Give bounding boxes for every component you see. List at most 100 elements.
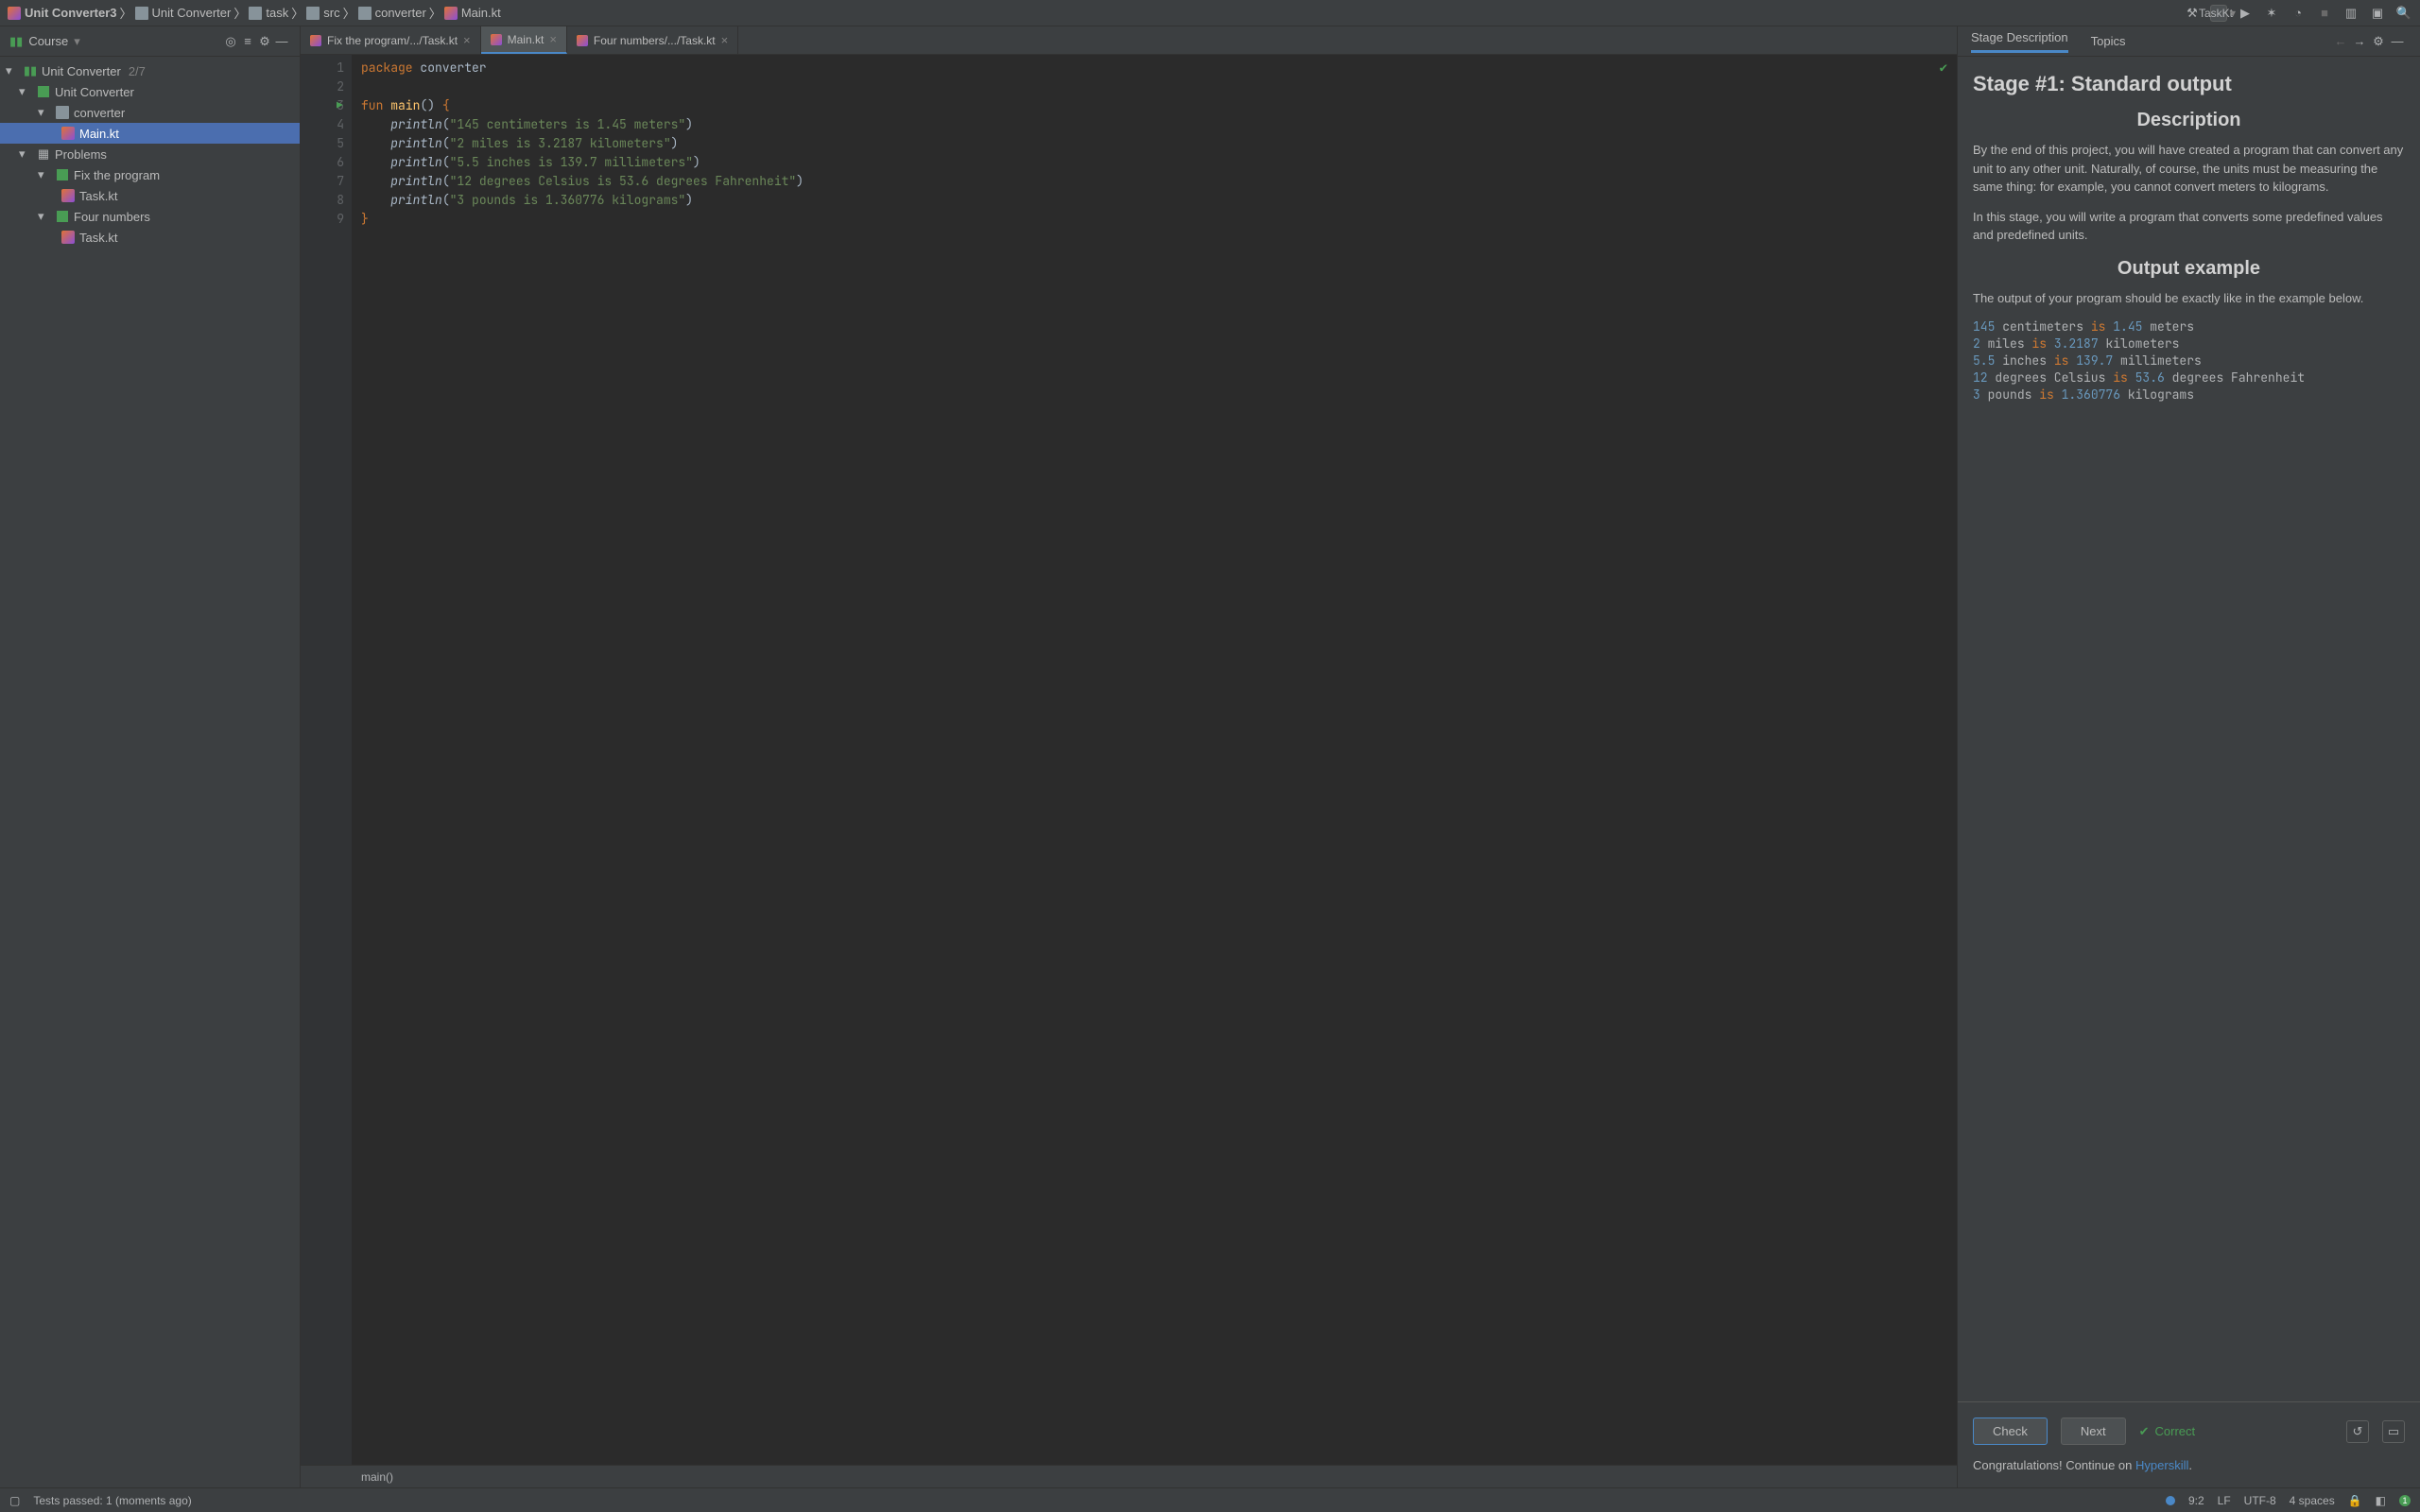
status-bar: ▢ Tests passed: 1 (moments ago) 9:2 LF U… (0, 1487, 2420, 1512)
line-ending[interactable]: LF (2218, 1494, 2231, 1507)
comment-button[interactable]: ▭ (2382, 1420, 2405, 1443)
indent[interactable]: 4 spaces (2290, 1494, 2335, 1507)
top-bar: Unit Converter3 〉 Unit Converter 〉 task … (0, 0, 2420, 26)
crumb-2[interactable]: task (266, 6, 288, 20)
lock-icon[interactable]: 🔒 (2348, 1494, 2362, 1507)
folder-icon (249, 7, 262, 20)
sidebar-header: ▮▮ Course ▾ ◎ ≡ ⚙ — (0, 26, 300, 57)
top-actions: ⚒ TaskKt ▾ ▶ ✶ ◔ ■ ▥ ▣ 🔍 (2184, 5, 2412, 22)
tab-stage-description[interactable]: Stage Description (1971, 30, 2068, 53)
book-icon: ▮▮ (9, 34, 23, 49)
editor-tabs: Fix the program/.../Task.kt× Main.kt× Fo… (301, 26, 1957, 55)
tree-root[interactable]: ▾▮▮Unit Converter2/7 (0, 60, 300, 81)
cursor-position[interactable]: 9:2 (2188, 1494, 2204, 1507)
kotlin-icon (61, 127, 75, 140)
tab-topics[interactable]: Topics (2091, 34, 2126, 48)
editor-breadcrumb[interactable]: main() (301, 1465, 1957, 1487)
close-icon[interactable]: × (463, 33, 471, 47)
course-tree: ▾▮▮Unit Converter2/7 ▾Unit Converter ▾co… (0, 57, 300, 1487)
lesson-icon (38, 86, 49, 97)
project-icon (8, 7, 21, 20)
close-icon[interactable]: × (721, 33, 729, 47)
back-icon[interactable]: ← (2331, 34, 2350, 48)
folder-icon (135, 7, 148, 20)
tree-folder-converter[interactable]: ▾converter (0, 102, 300, 123)
progress-dot-icon (2166, 1496, 2175, 1505)
crumb-1[interactable]: Unit Converter (152, 6, 232, 20)
encoding[interactable]: UTF-8 (2244, 1494, 2276, 1507)
tree-problems[interactable]: ▾▦Problems (0, 144, 300, 164)
coverage-icon[interactable]: ◔ (2290, 5, 2307, 22)
run-icon[interactable]: ▶ (2237, 5, 2254, 22)
congrats: Congratulations! Continue on Hyperskill. (1973, 1458, 2405, 1472)
kotlin-icon (61, 189, 75, 202)
search-icon[interactable]: 🔍 (2395, 5, 2412, 22)
description-footer: Check Next ✔ Correct ↺ ▭ Congratulations… (1958, 1401, 2420, 1487)
tests-status[interactable]: Tests passed: 1 (moments ago) (33, 1494, 191, 1507)
tree-section[interactable]: ▾Unit Converter (0, 81, 300, 102)
next-button[interactable]: Next (2061, 1418, 2126, 1445)
section-output-example: Output example (1973, 258, 2405, 280)
folder-icon (358, 7, 372, 20)
desc-p2: In this stage, you will write a program … (1973, 208, 2405, 245)
ide-status-icon[interactable]: ◧ (2376, 1494, 2386, 1507)
close-icon[interactable]: × (549, 32, 557, 46)
description-panel: Stage Description Topics ← → ⚙ — Stage #… (1957, 26, 2420, 1487)
notifications-badge[interactable]: 1 (2399, 1495, 2411, 1506)
kotlin-icon (491, 34, 502, 45)
settings-icon[interactable]: ⚙ (2369, 34, 2388, 49)
lesson-icon (57, 169, 68, 180)
tree-four-numbers[interactable]: ▾Four numbers (0, 206, 300, 227)
kotlin-icon (444, 7, 458, 20)
project-structure-icon[interactable]: ▥ (2342, 5, 2360, 22)
course-dropdown[interactable]: ▮▮ Course ▾ (9, 34, 222, 49)
stage-title: Stage #1: Standard output (1973, 72, 2405, 96)
course-sidebar: ▮▮ Course ▾ ◎ ≡ ⚙ — ▾▮▮Unit Converter2/7… (0, 26, 301, 1487)
hyperskill-link[interactable]: Hyperskill (2135, 1458, 2188, 1472)
tree-task1[interactable]: Task.kt (0, 185, 300, 206)
crumb-project[interactable]: Unit Converter3 (25, 6, 117, 20)
breadcrumb[interactable]: Unit Converter3 〉 Unit Converter 〉 task … (8, 4, 2184, 22)
debug-icon[interactable]: ✶ (2263, 5, 2280, 22)
editor-body[interactable]: 123456789▶ ✔package converter fun main()… (301, 55, 1957, 1465)
tab-main[interactable]: Main.kt× (481, 26, 567, 54)
crumb-4[interactable]: converter (375, 6, 426, 20)
grid-icon: ▦ (36, 146, 51, 162)
tab-fix-program[interactable]: Fix the program/.../Task.kt× (301, 26, 481, 54)
minimize-icon[interactable]: — (273, 34, 290, 48)
desc-p1: By the end of this project, you will hav… (1973, 141, 2405, 197)
settings-icon[interactable]: ⚙ (256, 34, 273, 49)
crumb-3[interactable]: src (323, 6, 339, 20)
tree-task2[interactable]: Task.kt (0, 227, 300, 248)
folder-icon (306, 7, 320, 20)
kotlin-icon (61, 231, 75, 244)
kotlin-icon (577, 35, 588, 46)
crumb-file[interactable]: Main.kt (461, 6, 501, 20)
kotlin-icon (310, 35, 321, 46)
tree-fix-program[interactable]: ▾Fix the program (0, 164, 300, 185)
collapse-icon[interactable]: ≡ (239, 34, 256, 48)
description-body: Stage #1: Standard output Description By… (1958, 57, 2420, 1401)
desc-p3: The output of your program should be exa… (1973, 289, 2405, 308)
undo-button[interactable]: ↺ (2346, 1420, 2369, 1443)
run-config-name: TaskKt (2207, 5, 2224, 22)
status-correct: ✔ Correct (2139, 1424, 2196, 1439)
folder-icon (56, 106, 69, 119)
check-icon: ✔ (2139, 1424, 2150, 1439)
editor: Fix the program/.../Task.kt× Main.kt× Fo… (301, 26, 1957, 1487)
layout-icon[interactable]: ▣ (2369, 5, 2386, 22)
forward-icon[interactable]: → (2350, 34, 2369, 48)
gutter-run-icon[interactable]: ▶ (337, 96, 343, 115)
output-sample: 145 centimeters is 1.45 meters2 miles is… (1973, 318, 2405, 404)
code-area[interactable]: ✔package converter fun main() { println(… (352, 55, 1957, 1465)
stop-icon[interactable]: ■ (2316, 5, 2333, 22)
description-tabs: Stage Description Topics ← → ⚙ — (1958, 26, 2420, 57)
toolwindow-icon[interactable]: ▢ (9, 1494, 20, 1507)
locate-icon[interactable]: ◎ (222, 34, 239, 49)
check-button[interactable]: Check (1973, 1418, 2048, 1445)
minimize-icon[interactable]: — (2388, 34, 2407, 48)
tree-file-main[interactable]: Main.kt (0, 123, 300, 144)
section-description: Description (1973, 110, 2405, 131)
tab-four-numbers[interactable]: Four numbers/.../Task.kt× (567, 26, 738, 54)
run-config[interactable]: TaskKt ▾ (2210, 5, 2227, 22)
